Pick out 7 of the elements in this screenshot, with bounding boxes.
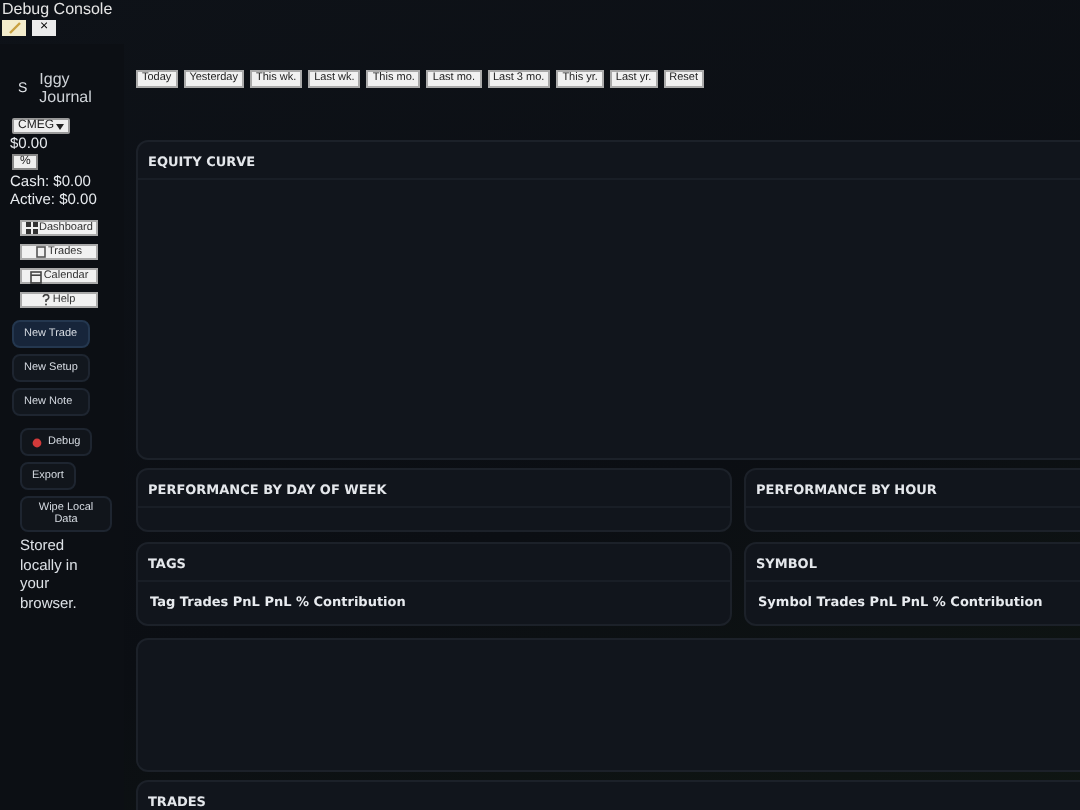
debug-console-title: Debug Console xyxy=(0,0,115,20)
grid-icon xyxy=(25,222,38,234)
caret-icon xyxy=(56,123,64,129)
brush-button[interactable] xyxy=(2,20,26,36)
app-name: Iggy Journal xyxy=(39,70,94,106)
question-icon xyxy=(42,294,51,306)
calendar-icon xyxy=(29,269,42,283)
